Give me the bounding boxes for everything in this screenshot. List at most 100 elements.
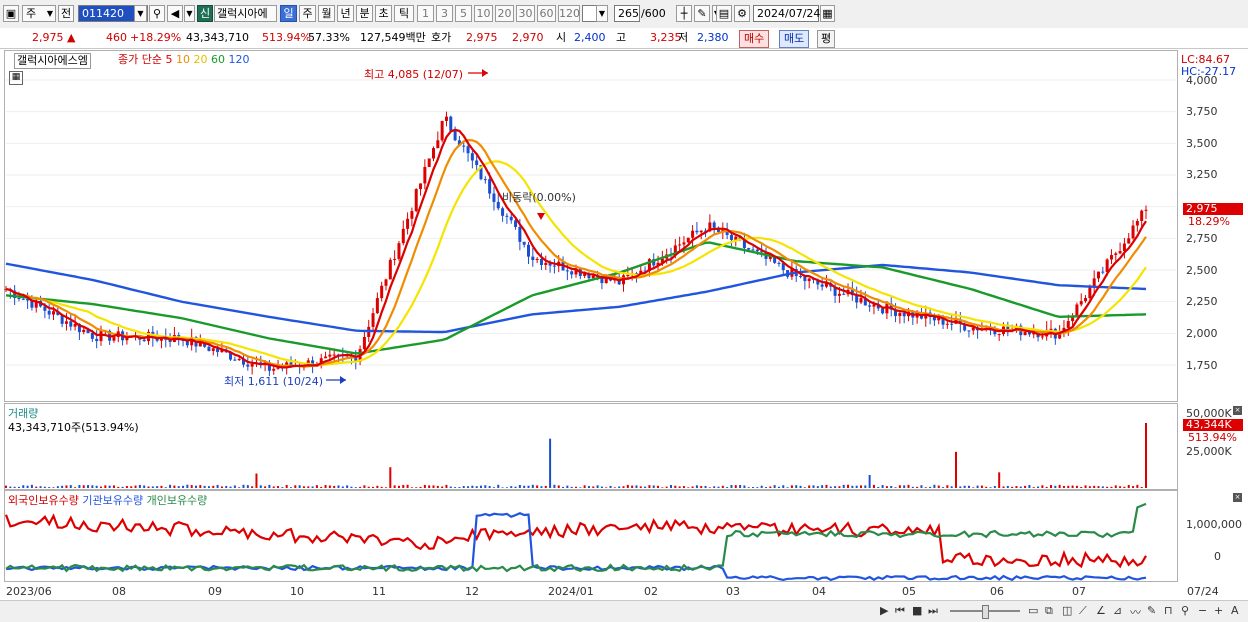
copy-icon[interactable]: ⧉: [1045, 604, 1053, 618]
split-icon[interactable]: ◫: [1062, 604, 1072, 617]
candle-body: [69, 321, 73, 327]
candle-body: [1088, 287, 1092, 299]
scroll-right-icon[interactable]: ▶: [880, 604, 888, 617]
zoom-out-icon[interactable]: −: [1198, 604, 1207, 617]
pen-icon[interactable]: ✎: [1147, 604, 1156, 617]
close-volume-panel-icon[interactable]: ×: [1233, 406, 1242, 415]
volume-bar: [540, 486, 543, 488]
volume-bar: [488, 486, 491, 488]
volume-bar: [946, 485, 949, 488]
volume-bar: [704, 485, 707, 488]
zoom-icon[interactable]: ⚲: [1181, 604, 1189, 617]
volume-bar: [238, 487, 241, 488]
volume-bar: [933, 484, 936, 488]
ma-legend-20[interactable]: 20: [193, 53, 207, 66]
volume-bar: [125, 486, 128, 488]
volume-bar: [829, 486, 832, 488]
candle-body: [570, 271, 574, 275]
xlabel-07: 07: [1072, 585, 1086, 598]
ma-legend-10[interactable]: 10: [176, 53, 190, 66]
volume-bar: [216, 484, 219, 488]
candle-body: [488, 179, 492, 194]
candle-body: [449, 116, 453, 131]
volume-bar: [756, 487, 759, 488]
candle-body: [272, 368, 276, 371]
ma-legend-120[interactable]: 120: [228, 53, 249, 66]
volume-bar: [1097, 486, 1100, 488]
legend-individual[interactable]: 개인보유수량: [147, 494, 208, 507]
candle-body: [691, 230, 695, 238]
volume-bar: [622, 486, 625, 488]
volume-bar: [341, 486, 344, 488]
foreign-holding-line: [4, 513, 1147, 569]
volume-bar: [695, 485, 698, 488]
wave-icon[interactable]: 〰: [1130, 604, 1141, 620]
ma-legend-60[interactable]: 60: [211, 53, 225, 66]
magnet-icon[interactable]: ⊓: [1164, 604, 1173, 617]
rewind-icon[interactable]: ⏮: [895, 604, 905, 618]
candle-body: [777, 262, 781, 264]
candle-body: [565, 270, 569, 272]
volume-bar: [449, 486, 452, 488]
volume-bar: [501, 487, 504, 488]
candle-body: [1118, 251, 1122, 254]
ytick-3250: 3,250: [1186, 168, 1218, 181]
angle-icon[interactable]: ∠: [1096, 604, 1106, 617]
fast-forward-icon[interactable]: ⏭: [928, 604, 938, 618]
candle-body: [410, 211, 414, 219]
xlabel-12: 12: [465, 585, 479, 598]
volume-bar: [233, 485, 236, 488]
stock-tag[interactable]: 갤럭시아에스엠: [14, 53, 91, 69]
layout-icon[interactable]: ▭: [1028, 604, 1038, 617]
volume-bar: [1088, 486, 1091, 488]
volume-bar: [592, 486, 595, 488]
volume-bar: [415, 487, 418, 488]
candle-body: [414, 189, 418, 212]
fibo-icon[interactable]: ⊿: [1113, 604, 1122, 617]
candle-body: [492, 193, 496, 202]
volume-bar: [631, 485, 634, 488]
candle-body: [945, 323, 949, 325]
candle-body: [466, 146, 470, 154]
ma-legend-5[interactable]: 5: [165, 53, 172, 66]
candle-body: [820, 284, 824, 287]
volume-bar: [989, 487, 992, 488]
low-annotation: 최저 1,611 (10/24): [224, 375, 324, 388]
legend-foreign[interactable]: 외국인보유수량: [8, 494, 79, 507]
volume-bar: [726, 487, 729, 488]
trendline-icon[interactable]: ⟋: [1079, 604, 1087, 618]
high-annotation: 최고 4,085 (12/07): [364, 68, 464, 81]
candle-body: [699, 230, 703, 233]
volume-bar: [1002, 486, 1005, 488]
candle-body: [384, 279, 388, 286]
candle-body: [1079, 301, 1083, 305]
volume-bar: [1045, 486, 1048, 488]
legend-institution[interactable]: 기관보유수량: [82, 494, 143, 507]
zoom-in-icon[interactable]: +: [1214, 604, 1223, 617]
volume-bar: [1071, 485, 1074, 488]
volume-bar: [138, 484, 141, 488]
chart-canvas[interactable]: [0, 0, 1248, 600]
candle-body: [1144, 209, 1148, 211]
zoom-slider-handle[interactable]: [982, 605, 989, 619]
volume-bar: [17, 486, 20, 488]
volume-bar: [700, 486, 703, 488]
close-holding-panel-icon[interactable]: ×: [1233, 493, 1242, 502]
volume-bar: [108, 485, 111, 488]
volume-bar: [393, 485, 396, 488]
volume-bar: [143, 485, 146, 488]
volume-bar: [264, 486, 267, 488]
volume-bar: [1011, 486, 1014, 488]
grid-toggle-icon[interactable]: ▦: [9, 71, 23, 85]
volume-bar: [1054, 485, 1057, 488]
candle-body: [380, 285, 384, 299]
volume-bar: [1101, 486, 1104, 488]
candle-body: [470, 153, 474, 161]
volume-bar: [1127, 484, 1130, 488]
volume-bar: [557, 485, 560, 488]
volume-bar: [644, 486, 647, 488]
volume-bar: [514, 486, 517, 488]
font-size-icon[interactable]: A: [1231, 604, 1239, 617]
volume-bar: [56, 486, 59, 488]
stop-icon[interactable]: ■: [912, 604, 922, 617]
